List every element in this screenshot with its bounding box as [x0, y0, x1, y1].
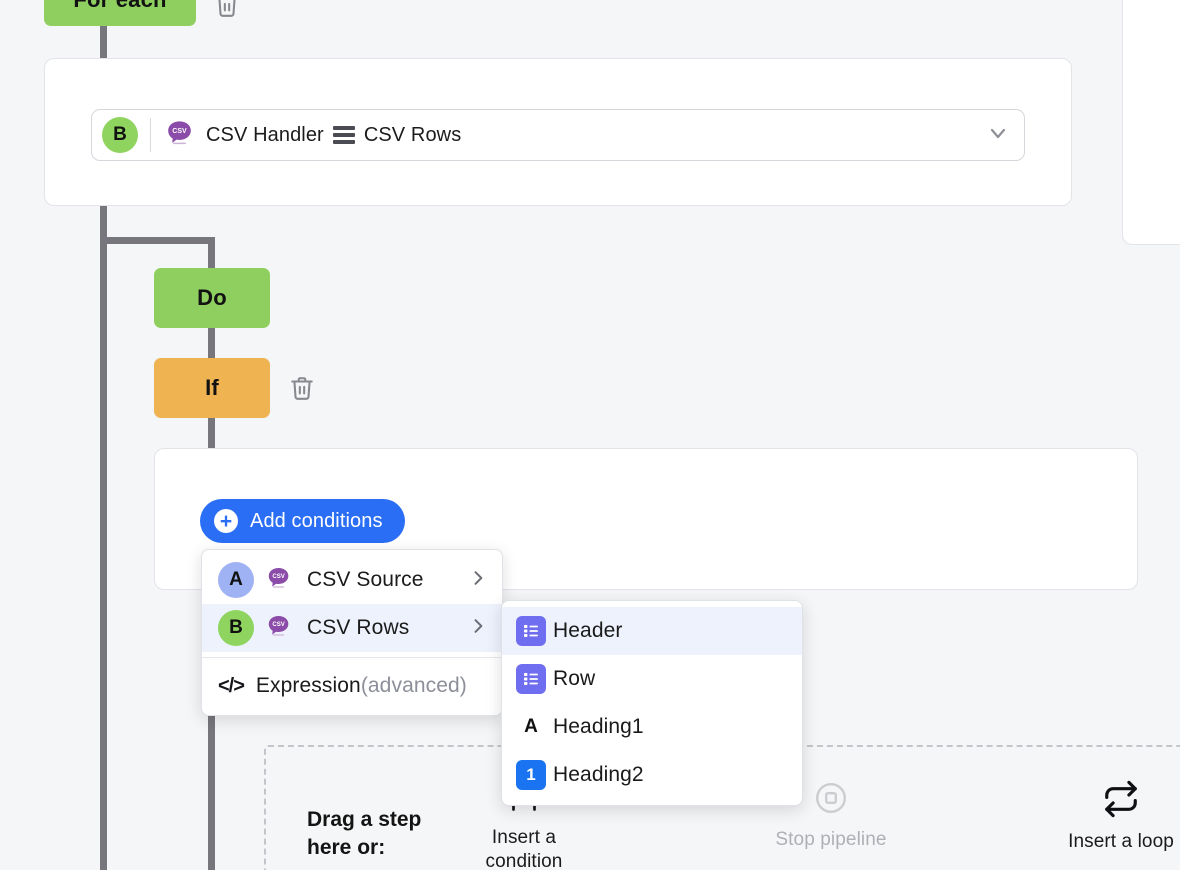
selector-divider	[150, 118, 151, 152]
step-if[interactable]: If	[154, 358, 270, 418]
submenu-item-label: Header	[553, 619, 623, 642]
trash-icon	[218, 0, 236, 17]
stop-pipeline-icon	[816, 783, 846, 813]
selector-source-label: CSV Handler	[206, 123, 324, 146]
csv-bubble-icon: CSV	[266, 565, 292, 596]
expression-suffix: (advanced)	[360, 674, 467, 697]
dropzone-label: Drag a step here or:	[307, 808, 422, 859]
chevron-down-icon[interactable]	[986, 121, 1010, 150]
menu-divider	[202, 657, 502, 658]
add-conditions-label: Add conditions	[250, 509, 383, 532]
submenu-item-label: Row	[553, 667, 596, 690]
menu-item-csv-rows[interactable]: B CSV CSV Rows	[202, 604, 502, 652]
csv-rows-submenu[interactable]: Header Row A Heading1 1 Heading2	[501, 600, 803, 806]
submenu-item-header[interactable]: Header	[502, 607, 802, 655]
step-for-each-label: For each	[73, 0, 166, 13]
menu-item-expression[interactable]: </> Expression(advanced)	[202, 663, 502, 709]
loop-repeat-icon	[1105, 780, 1137, 818]
csv-bubble-icon: CSV	[266, 613, 292, 644]
pipeline-canvas: For each B CSV CSV Handler CSV Rows	[0, 0, 1180, 870]
connector-line-main-lower	[100, 206, 107, 870]
letter-a-icon: A	[524, 716, 538, 737]
svg-text:CSV: CSV	[272, 574, 284, 580]
svg-text:CSV: CSV	[172, 128, 187, 135]
plus-circle-icon: +	[214, 509, 238, 533]
submenu-item-row[interactable]: Row	[502, 655, 802, 703]
right-side-panel	[1122, 0, 1180, 245]
tool-label: Insert a condition	[485, 827, 563, 870]
list-lines-icon	[332, 126, 355, 144]
step-do-label: Do	[197, 285, 227, 310]
menu-item-csv-source[interactable]: A CSV CSV Source	[202, 556, 502, 604]
menu-item-label: CSV Source	[307, 568, 424, 591]
submenu-item-label: Heading2	[553, 763, 644, 786]
submenu-item-heading2[interactable]: 1 Heading2	[502, 751, 802, 799]
menu-item-label: CSV Rows	[307, 616, 410, 639]
menu-badge-b: B	[218, 610, 254, 646]
tool-insert-loop[interactable]: Insert a loop	[1061, 780, 1180, 854]
chevron-right-icon	[440, 568, 488, 593]
step-if-label: If	[205, 375, 219, 400]
submenu-item-heading1[interactable]: A Heading1	[502, 703, 802, 751]
tool-label: Stop pipeline	[775, 829, 887, 850]
tool-label: Insert a loop	[1068, 831, 1174, 852]
selector-badge: B	[102, 117, 138, 153]
step-for-each[interactable]: For each	[44, 0, 196, 26]
add-conditions-button[interactable]: + Add conditions	[200, 499, 405, 543]
selector-field-label: CSV Rows	[363, 123, 462, 146]
csv-bubble-icon: CSV	[165, 118, 195, 153]
delete-if-button[interactable]	[287, 373, 317, 403]
submenu-item-label: Heading1	[553, 715, 644, 738]
list-square-icon	[516, 616, 546, 646]
csv-handler-selector[interactable]: B CSV CSV Handler CSV Rows	[91, 109, 1025, 161]
delete-for-each-button[interactable]	[212, 0, 242, 20]
number-one-icon: 1	[516, 760, 546, 790]
connector-branch	[100, 237, 215, 244]
list-square-icon	[516, 664, 546, 694]
condition-source-menu[interactable]: A CSV CSV Source B CSV CSV Rows </> Expr…	[201, 549, 503, 716]
menu-badge-a: A	[218, 562, 254, 598]
step-do[interactable]: Do	[154, 268, 270, 328]
svg-text:CSV: CSV	[272, 622, 284, 628]
expression-label: Expression	[255, 674, 361, 697]
trash-icon	[291, 377, 313, 400]
chevron-right-icon	[440, 616, 488, 641]
code-brackets-icon: </>	[218, 674, 245, 697]
